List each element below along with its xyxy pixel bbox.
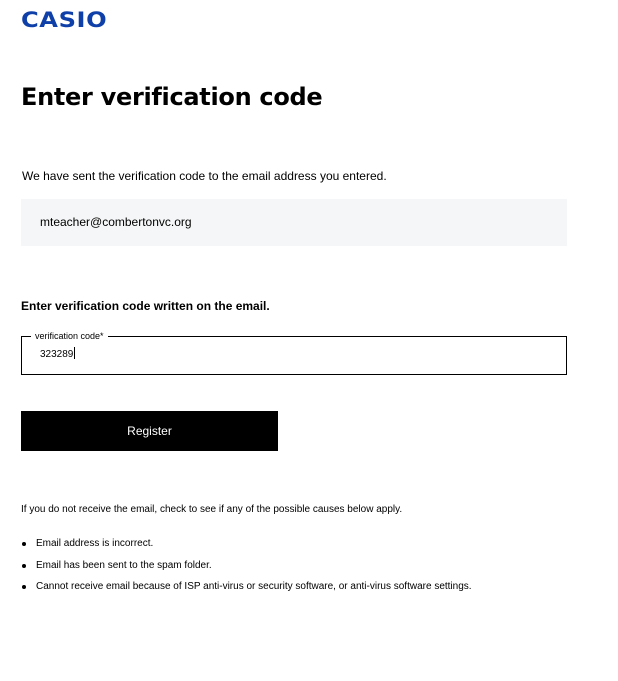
bullet-icon [22,585,26,589]
email-display: mteacher@combertonvc.org [21,199,567,246]
help-intro: If you do not receive the email, check t… [21,504,403,515]
bullet-icon [22,542,26,546]
list-item: Email address is incorrect. [21,537,472,559]
cause-text: Cannot receive email because of ISP anti… [36,581,472,592]
text-caret [74,347,76,359]
cause-text: Email has been sent to the spam folder. [36,559,212,571]
cause-text: Email address is incorrect. [36,538,154,549]
verification-code-label: verification code* [31,329,108,343]
verification-page: CASIO Enter verification code We have se… [0,0,618,681]
verification-code-value: 323289 [40,349,74,360]
list-item: Email has been sent to the spam folder. [21,559,472,581]
verification-code-input[interactable]: 323289 [40,347,76,362]
sent-note: We have sent the verification code to th… [22,169,387,183]
code-instruction: Enter verification code written on the e… [21,299,270,313]
causes-list: Email address is incorrect. Email has be… [21,537,472,602]
email-address: mteacher@combertonvc.org [40,215,192,229]
bullet-icon [22,563,26,568]
casio-logo[interactable]: CASIO [21,9,107,31]
page-title: Enter verification code [21,83,323,111]
verification-code-field[interactable]: verification code* 323289 [21,329,567,375]
list-item: Cannot receive email because of ISP anti… [21,580,472,602]
register-button[interactable]: Register [21,411,278,451]
